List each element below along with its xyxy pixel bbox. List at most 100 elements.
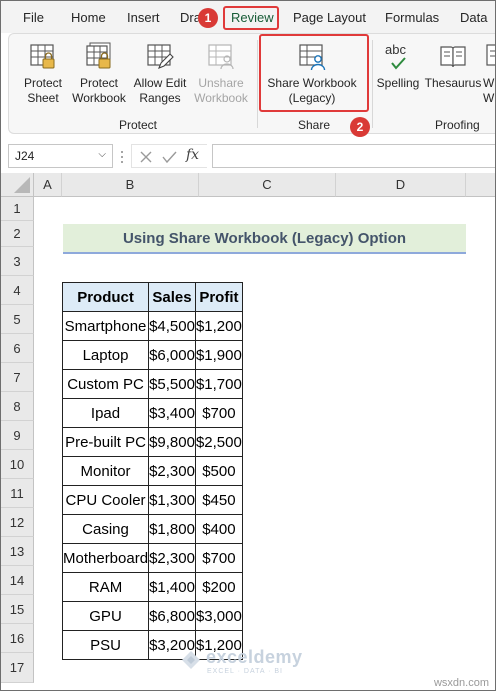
- header-sales[interactable]: Sales: [148, 282, 196, 312]
- row-header[interactable]: 7: [1, 363, 34, 392]
- protect-sheet-icon: [30, 44, 55, 69]
- formula-input[interactable]: [212, 144, 495, 168]
- tab-file[interactable]: File: [23, 10, 44, 25]
- column-header-b[interactable]: B: [62, 173, 199, 197]
- product-cell[interactable]: CPU Cooler: [61, 485, 150, 515]
- row-header[interactable]: 3: [1, 247, 34, 276]
- product-cell[interactable]: Custom PC: [61, 369, 150, 399]
- exceldemy-watermark: exceldemy EXCEL · DATA · BI: [179, 646, 303, 675]
- profit-cell[interactable]: $700: [194, 398, 243, 428]
- profit-cell[interactable]: $2,500: [194, 427, 243, 457]
- profit-cell[interactable]: $200: [194, 572, 243, 602]
- column-header-a[interactable]: A: [34, 173, 62, 197]
- sales-cell[interactable]: $9,800: [148, 427, 196, 457]
- insert-function-button[interactable]: fx: [186, 147, 199, 163]
- product-cell[interactable]: Motherboard: [61, 543, 150, 573]
- spelling-button[interactable]: abc Spelling: [373, 42, 423, 91]
- sales-cell[interactable]: $1,800: [148, 514, 196, 544]
- row-header[interactable]: 14: [1, 566, 34, 595]
- column-header-c[interactable]: C: [199, 173, 336, 197]
- sales-cell[interactable]: $3,400: [148, 398, 196, 428]
- share-workbook-highlight: [259, 34, 369, 112]
- chevron-down-icon[interactable]: ⌵: [98, 149, 106, 160]
- thesaurus-label: Thesaurus: [424, 76, 482, 90]
- partial-label-1: W: [483, 76, 495, 90]
- row-header[interactable]: 6: [1, 334, 34, 363]
- profit-cell[interactable]: $1,200: [194, 311, 243, 341]
- profit-cell[interactable]: $400: [194, 514, 243, 544]
- table-body: Smartphone $4,500 $1,200 Laptop $6,000 $1,900…: [61, 311, 243, 660]
- profit-cell[interactable]: $1,700: [194, 369, 243, 399]
- partial-icon: [486, 44, 495, 66]
- product-cell[interactable]: Laptop: [61, 340, 150, 370]
- sheet-title-cell[interactable]: Using Share Workbook (Legacy) Option: [63, 224, 466, 254]
- row-header[interactable]: 5: [1, 305, 34, 334]
- row-header[interactable]: 2: [1, 221, 34, 247]
- row-header[interactable]: 13: [1, 537, 34, 566]
- table-row: Custom PC $5,500 $1,700: [61, 369, 243, 399]
- partial-ribbon-button[interactable]: W W: [483, 42, 495, 106]
- sales-cell[interactable]: $1,400: [148, 572, 196, 602]
- drag-handle-icon[interactable]: [119, 150, 125, 164]
- sales-cell[interactable]: $6,800: [148, 601, 196, 631]
- formula-bar: J24 ⌵ fx: [1, 141, 495, 171]
- sales-cell[interactable]: $2,300: [148, 543, 196, 573]
- row-header[interactable]: 17: [1, 653, 34, 683]
- product-cell[interactable]: PSU: [61, 630, 150, 660]
- product-cell[interactable]: Smartphone: [61, 311, 150, 341]
- column-header-e[interactable]: [466, 173, 495, 197]
- product-cell[interactable]: Ipad: [61, 398, 150, 428]
- proofing-group-label: Proofing: [435, 118, 480, 132]
- row-header[interactable]: 10: [1, 450, 34, 479]
- profit-cell[interactable]: $500: [194, 456, 243, 486]
- row-header[interactable]: 16: [1, 624, 34, 653]
- spelling-label: Spelling: [376, 76, 420, 90]
- tab-data[interactable]: Data: [460, 10, 487, 25]
- share-group-label: Share: [298, 118, 331, 132]
- enter-check-icon[interactable]: [162, 150, 177, 164]
- table-row: Casing $1,800 $400: [61, 514, 243, 544]
- header-profit[interactable]: Profit: [194, 282, 243, 312]
- row-header[interactable]: 9: [1, 421, 34, 450]
- product-cell[interactable]: RAM: [61, 572, 150, 602]
- row-header[interactable]: 12: [1, 508, 34, 537]
- tab-home[interactable]: Home: [71, 10, 106, 25]
- header-product[interactable]: Product: [61, 282, 150, 312]
- sales-cell[interactable]: $4,500: [148, 311, 196, 341]
- product-cell[interactable]: Casing: [61, 514, 150, 544]
- watermark-text: exceldemy: [206, 646, 303, 667]
- row-header[interactable]: 15: [1, 595, 34, 624]
- select-all-corner[interactable]: [1, 173, 34, 197]
- row-header[interactable]: 1: [1, 197, 34, 221]
- profit-cell[interactable]: $1,900: [194, 340, 243, 370]
- product-cell[interactable]: Monitor: [61, 456, 150, 486]
- protect-sheet-label-2: Sheet: [27, 91, 59, 105]
- profit-cell[interactable]: $3,000: [194, 601, 243, 631]
- product-cell[interactable]: Pre-built PC: [61, 427, 150, 457]
- thesaurus-button[interactable]: Thesaurus: [423, 42, 483, 91]
- partial-label-2: W: [483, 91, 495, 105]
- tab-formulas[interactable]: Formulas: [385, 10, 439, 25]
- book-icon: [440, 46, 466, 68]
- unshare-workbook-button[interactable]: Unshare Workbook: [191, 42, 251, 106]
- profit-cell[interactable]: $700: [194, 543, 243, 573]
- protect-workbook-label-1: Protect: [79, 76, 118, 90]
- tab-insert[interactable]: Insert: [127, 10, 160, 25]
- protect-workbook-button[interactable]: Protect Workbook: [69, 42, 129, 106]
- cancel-icon[interactable]: [139, 150, 153, 164]
- allow-edit-ranges-button[interactable]: Allow Edit Ranges: [131, 42, 189, 106]
- profit-cell[interactable]: $450: [194, 485, 243, 515]
- sales-cell[interactable]: $2,300: [148, 456, 196, 486]
- product-cell[interactable]: GPU: [61, 601, 150, 631]
- sales-cell[interactable]: $5,500: [148, 369, 196, 399]
- row-header[interactable]: 8: [1, 392, 34, 421]
- sales-cell[interactable]: $6,000: [148, 340, 196, 370]
- row-header[interactable]: 11: [1, 479, 34, 508]
- column-header-d[interactable]: D: [336, 173, 466, 197]
- row-header[interactable]: 4: [1, 276, 34, 305]
- protect-sheet-button[interactable]: Protect Sheet: [17, 42, 69, 106]
- protect-workbook-label-2: Workbook: [72, 91, 126, 105]
- name-box[interactable]: J24 ⌵: [8, 144, 113, 168]
- sales-cell[interactable]: $1,300: [148, 485, 196, 515]
- tab-page-layout[interactable]: Page Layout: [293, 10, 366, 25]
